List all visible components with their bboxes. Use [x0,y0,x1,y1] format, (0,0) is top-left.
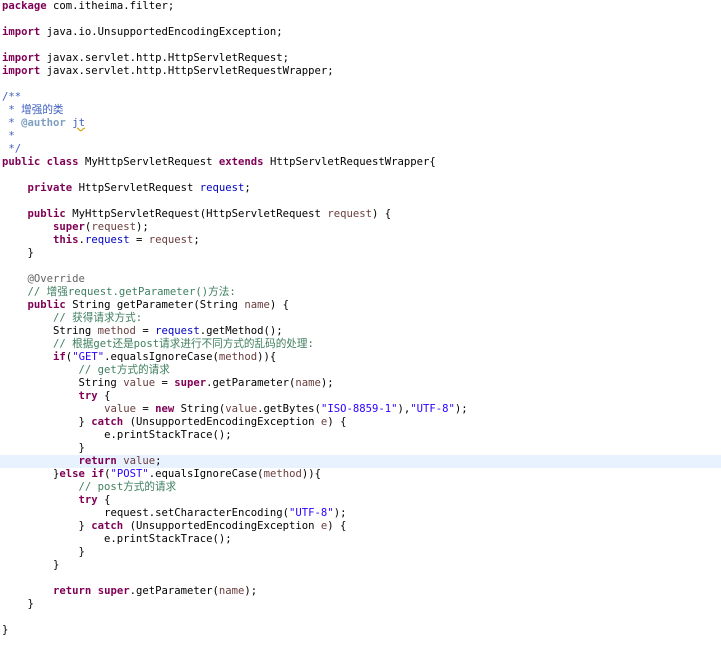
override-annotation: @Override [27,273,85,285]
code-line-comment[interactable]: // 根据get还是post请求进行不同方式的乱码的处理: [0,338,721,351]
code-line-method-decl[interactable]: public String getParameter(String name) … [0,299,721,312]
code-editor[interactable]: package com.itheima.filter; import java.… [0,0,721,652]
code-line-comment[interactable]: // post方式的请求 [0,481,721,494]
code-line-comment[interactable]: // get方式的请求 [0,364,721,377]
code-line-try[interactable]: try { [0,390,721,403]
javadoc-author-tag: @author [21,117,66,129]
code-line-statement[interactable]: String method = request.getMethod(); [0,325,721,338]
code-line-comment[interactable]: // 获得请求方式: [0,312,721,325]
code-line-assign[interactable]: this.request = request; [0,234,721,247]
code-line-blank[interactable] [0,572,721,585]
code-line-annotation[interactable]: @Override [0,273,721,286]
code-line-brace[interactable]: } [0,247,721,260]
print-stack-call: e.printStackTrace(); [104,429,232,441]
code-line-blank[interactable] [0,611,721,624]
code-line-statement[interactable]: value = new String(value.getBytes("ISO-8… [0,403,721,416]
code-line-brace[interactable]: } [0,442,721,455]
string-utf8: "UTF-8" [410,403,455,415]
code-line-constructor[interactable]: public MyHttpServletRequest(HttpServletR… [0,208,721,221]
code-line-import[interactable]: import javax.servlet.http.HttpServletReq… [0,65,721,78]
field-type: HttpServletRequest [78,182,194,194]
code-line-blank[interactable] [0,169,721,182]
code-line-import[interactable]: import java.io.UnsupportedEncodingExcept… [0,26,721,39]
comment-text: // 获得请求方式: [53,312,143,324]
code-line-statement[interactable]: request.setCharacterEncoding("UTF-8"); [0,507,721,520]
code-line-javadoc[interactable]: * [0,130,721,143]
code-line-return[interactable]: return super.getParameter(name); [0,585,721,598]
method-param: name [244,299,270,311]
code-line-javadoc[interactable]: /** [0,91,721,104]
field-name: request [199,182,245,194]
string-iso: "ISO-8859-1" [320,403,398,415]
javadoc-author-name: jt [72,117,85,129]
code-line-blank[interactable] [0,195,721,208]
code-line-statement[interactable]: e.printStackTrace(); [0,533,721,546]
class-name: MyHttpServletRequest [84,156,213,168]
code-line-javadoc[interactable]: * 增强的类 [0,104,721,117]
code-line-if-get[interactable]: if("GET".equalsIgnoreCase(method)){ [0,351,721,364]
string-post: "POST" [110,468,149,480]
code-line-brace[interactable]: } [0,624,721,637]
code-line-brace[interactable]: } [0,559,721,572]
code-line-package[interactable]: package com.itheima.filter; [0,0,721,13]
code-line-catch[interactable]: } catch (UnsupportedEncodingException e)… [0,416,721,429]
code-line-blank[interactable] [0,39,721,52]
code-line-field[interactable]: private HttpServletRequest request; [0,182,721,195]
code-line-statement[interactable]: String value = super.getParameter(name); [0,377,721,390]
code-line-return-current[interactable]: return value; [0,455,721,468]
comment-text: // post方式的请求 [78,481,177,493]
set-encoding-call: request.setCharacterEncoding( [104,507,290,519]
method-signature: String getParameter(String [72,299,245,311]
code-line-blank[interactable] [0,260,721,273]
string-get: "GET" [72,351,105,363]
code-line-catch[interactable]: } catch (UnsupportedEncodingException e)… [0,520,721,533]
constructor-param: request [327,208,372,220]
code-area[interactable]: package com.itheima.filter; import java.… [0,0,721,637]
code-line-super-call[interactable]: super(request); [0,221,721,234]
comment-text: // 增强request.getParameter()方法: [27,286,236,298]
code-line-comment[interactable]: // 增强request.getParameter()方法: [0,286,721,299]
code-line-statement[interactable]: e.printStackTrace(); [0,429,721,442]
comment-text: // get方式的请求 [78,364,170,376]
code-line-import[interactable]: import javax.servlet.http.HttpServletReq… [0,52,721,65]
code-line-javadoc[interactable]: */ [0,143,721,156]
comment-text: // 根据get还是post请求进行不同方式的乱码的处理: [53,338,314,350]
code-line-else-if-post[interactable]: }else if("POST".equalsIgnoreCase(method)… [0,468,721,481]
code-line-blank[interactable] [0,13,721,26]
code-line-try[interactable]: try { [0,494,721,507]
constructor-sig: MyHttpServletRequest(HttpServletRequest [72,208,328,220]
exception-type: UnsupportedEncodingException [135,416,321,428]
code-line-javadoc-author[interactable]: * @author jt [0,117,721,130]
super-class: HttpServletRequestWrapper{ [269,156,436,168]
code-line-brace[interactable]: } [0,598,721,611]
code-line-brace[interactable]: } [0,546,721,559]
code-line-class-decl[interactable]: public class MyHttpServletRequest extend… [0,156,721,169]
code-line-blank[interactable] [0,78,721,91]
